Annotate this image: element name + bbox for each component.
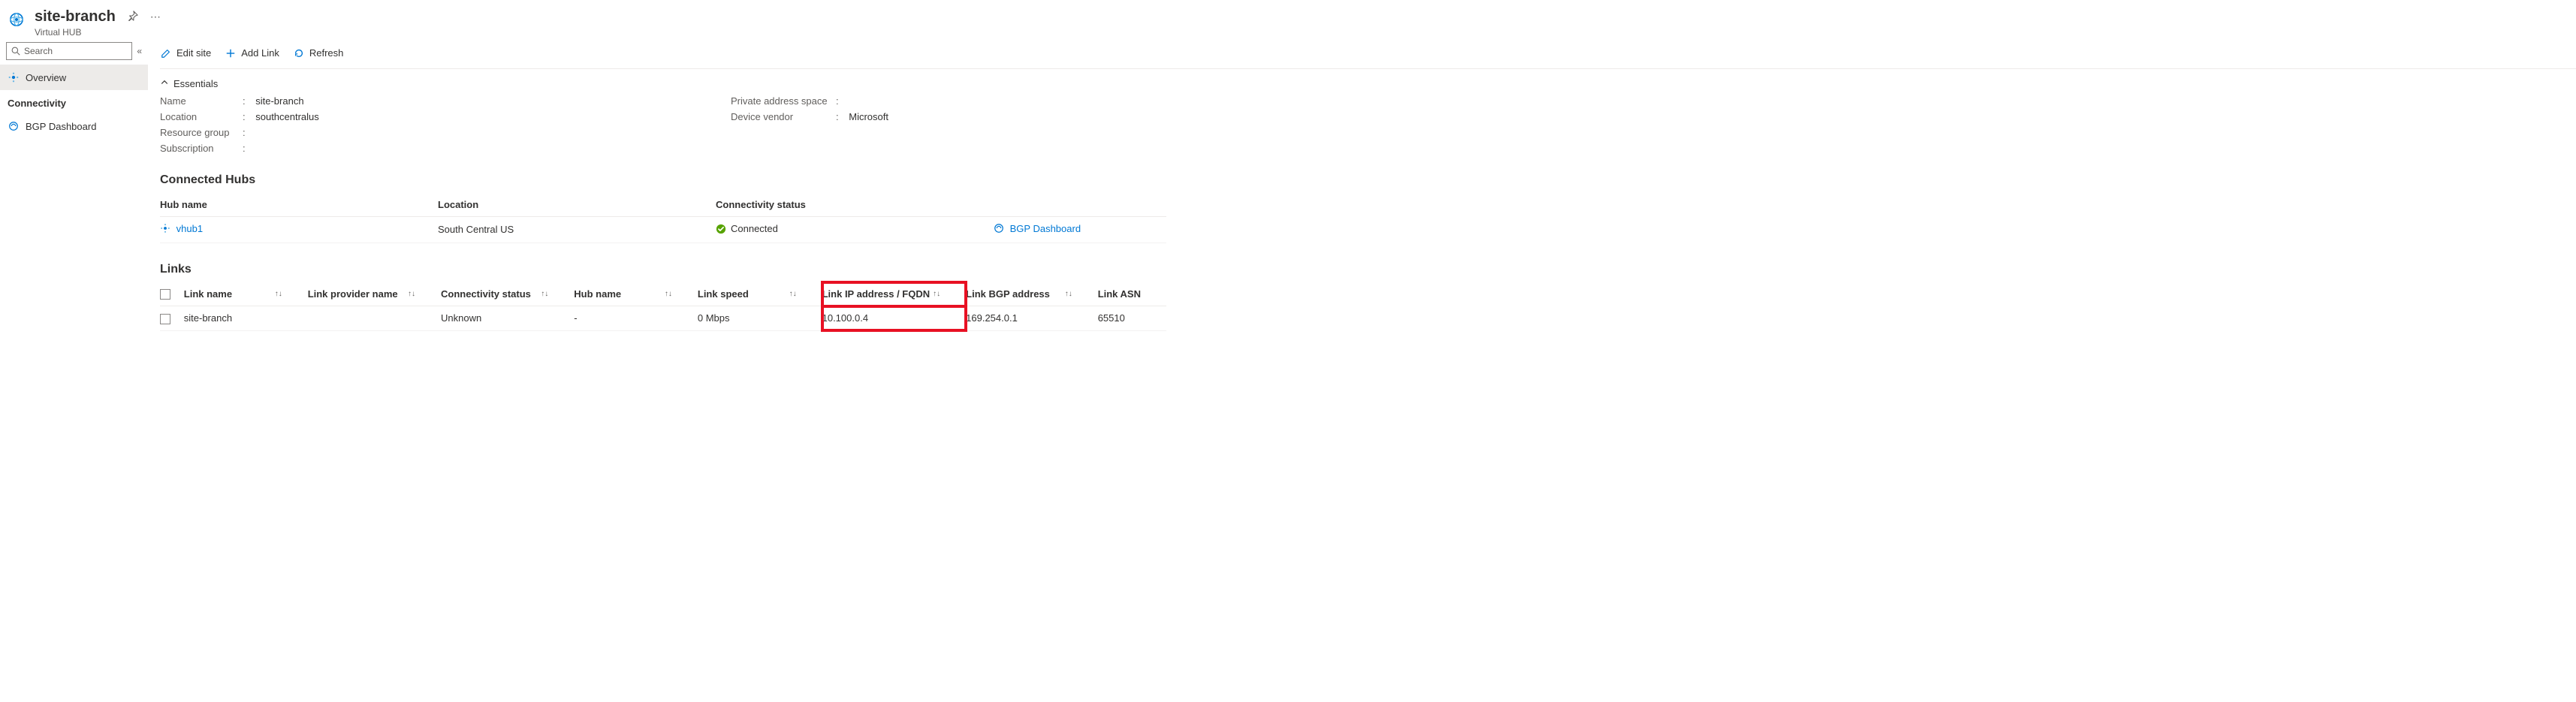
sidebar-section-connectivity: Connectivity [0,90,148,113]
page-title: site-branch [35,8,116,26]
check-circle-icon [716,224,726,234]
toolbar: Edit site Add Link Refresh [160,38,2576,69]
col-conn-status[interactable]: Connectivity status [716,193,994,217]
page-header: site-branch Virtual HUB ⋯ [0,0,2576,38]
status-connected: Connected [716,223,778,234]
essentials-left: Name: site-branch Location: southcentral… [160,95,731,154]
links-table: Link name↑↓ Link provider name↑↓ Connect… [160,282,1166,331]
row-checkbox[interactable] [160,314,170,324]
col-select-all[interactable] [160,282,184,306]
cell-link-provider [308,306,441,331]
refresh-icon [293,47,305,59]
cell-link-speed: 0 Mbps [698,306,822,331]
col-hub-name[interactable]: Hub name [160,193,438,217]
sort-icon[interactable]: ↑↓ [275,290,282,298]
hub-name-link[interactable]: vhub1 [176,223,203,234]
main-content: Edit site Add Link Refresh [148,38,2576,702]
sort-icon[interactable]: ↑↓ [789,290,797,298]
sort-icon[interactable]: ↑↓ [541,290,548,298]
pin-icon[interactable] [128,11,138,23]
bgp-dashboard-link[interactable]: BGP Dashboard [1010,223,1081,234]
col-location[interactable]: Location [438,193,716,217]
col-empty [994,193,1166,217]
connected-hubs-table: Hub name Location Connectivity status vh… [160,193,1166,243]
col-link-ip-fqdn[interactable]: Link IP address / FQDN↑↓ [822,282,967,306]
hub-icon [160,224,173,236]
add-link-button[interactable]: Add Link [225,47,279,59]
chevron-up-icon [160,78,169,89]
cell-link-bgp: 169.254.0.1 [966,306,1098,331]
collapse-sidebar-icon[interactable]: « [137,46,142,56]
search-input[interactable]: Search [6,42,132,60]
bgp-icon [8,120,20,132]
connected-hubs-title: Connected Hubs [160,173,2576,187]
table-row[interactable]: vhub1 South Central US Connected [160,217,1166,243]
cell-link-ip: 10.100.0.4 [822,306,967,331]
table-row[interactable]: site-branch Unknown - 0 Mbps 10.100.0.4 … [160,306,1166,331]
col-link-conn-status[interactable]: Connectivity status↑↓ [441,282,574,306]
refresh-button[interactable]: Refresh [293,47,344,59]
col-link-hub-name[interactable]: Hub name↑↓ [574,282,698,306]
sidebar-item-label: Overview [26,72,66,83]
essentials-toggle[interactable]: Essentials [160,75,2576,95]
sort-icon[interactable]: ↑↓ [408,290,415,298]
checkbox-icon[interactable] [160,289,170,300]
cell-link-hub: - [574,306,698,331]
col-link-speed[interactable]: Link speed↑↓ [698,282,822,306]
search-placeholder: Search [24,46,53,56]
edit-icon [160,47,172,59]
cell-link-status: Unknown [441,306,574,331]
col-link-provider[interactable]: Link provider name↑↓ [308,282,441,306]
page-subtitle: Virtual HUB [35,27,116,38]
edit-site-button[interactable]: Edit site [160,47,211,59]
resource-icon [6,9,27,30]
cell-link-name: site-branch [184,306,308,331]
essentials-right: Private address space: Device vendor: Mi… [731,95,1302,154]
sort-icon[interactable]: ↑↓ [1065,290,1072,298]
sidebar: Search « Overview Connectivity BGP Dashb… [0,38,148,702]
col-link-bgp-address[interactable]: Link BGP address↑↓ [966,282,1098,306]
more-icon[interactable]: ⋯ [150,11,161,23]
overview-icon [8,71,20,83]
add-icon [225,47,237,59]
sort-icon[interactable]: ↑↓ [933,290,940,298]
sidebar-item-bgp-dashboard[interactable]: BGP Dashboard [0,113,148,139]
sort-icon[interactable]: ↑↓ [665,290,672,298]
cell-link-asn: 65510 [1098,306,1166,331]
sidebar-item-label: BGP Dashboard [26,121,96,132]
bgp-dashboard-icon [994,224,1007,236]
col-link-name[interactable]: Link name↑↓ [184,282,308,306]
sidebar-item-overview[interactable]: Overview [0,65,148,90]
hub-location: South Central US [438,217,716,243]
essentials-section: Essentials Name: site-branch Location: s… [160,69,2576,154]
col-link-asn[interactable]: Link ASN [1098,282,1166,306]
links-title: Links [160,263,2576,276]
